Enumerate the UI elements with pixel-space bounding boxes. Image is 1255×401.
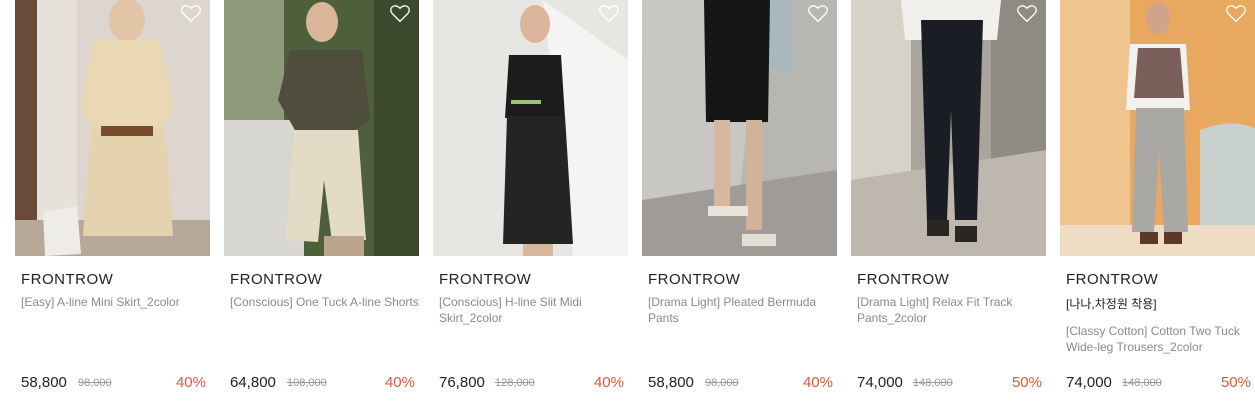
original-price: 128,000 bbox=[495, 377, 535, 389]
discount-rate: 40% bbox=[593, 374, 624, 391]
heart-icon[interactable] bbox=[599, 5, 619, 23]
discount-rate: 50% bbox=[1011, 374, 1042, 391]
brand-name[interactable]: FRONTROW bbox=[439, 271, 531, 288]
brand-name[interactable]: FRONTROW bbox=[21, 271, 113, 288]
discount-rate: 40% bbox=[802, 374, 833, 391]
sale-price: 64,800 bbox=[230, 374, 276, 391]
original-price: 98,000 bbox=[705, 377, 739, 389]
original-price: 148,000 bbox=[913, 377, 953, 389]
discount-rate: 40% bbox=[175, 374, 206, 391]
product-name[interactable]: [Conscious] One Tuck A-line Shorts bbox=[230, 295, 420, 311]
sale-price: 58,800 bbox=[648, 374, 694, 391]
discount-rate: 50% bbox=[1220, 374, 1251, 391]
brand-name[interactable]: FRONTROW bbox=[648, 271, 740, 288]
product-name[interactable]: [Easy] A-line Mini Skirt_2color bbox=[21, 295, 211, 311]
product-image[interactable] bbox=[1060, 0, 1255, 256]
heart-icon[interactable] bbox=[808, 5, 828, 23]
product-image[interactable] bbox=[642, 0, 837, 256]
product-image[interactable] bbox=[433, 0, 628, 256]
sale-price: 76,800 bbox=[439, 374, 485, 391]
product-tag: [나나,차정원 착용] bbox=[1066, 297, 1157, 311]
sale-price: 74,000 bbox=[1066, 374, 1112, 391]
product-card[interactable]: FRONTROW [Conscious] H-line Slit Midi Sk… bbox=[433, 0, 628, 401]
product-image[interactable] bbox=[224, 0, 419, 256]
brand-name[interactable]: FRONTROW bbox=[230, 271, 322, 288]
product-card[interactable]: FRONTROW [Drama Light] Pleated Bermuda P… bbox=[642, 0, 837, 401]
sale-price: 58,800 bbox=[21, 374, 67, 391]
discount-rate: 40% bbox=[384, 374, 415, 391]
product-card[interactable]: FRONTROW [Easy] A-line Mini Skirt_2color… bbox=[15, 0, 210, 401]
product-card[interactable]: FRONTROW [나나,차정원 착용] [Classy Cotton] Cot… bbox=[1060, 0, 1255, 401]
original-price: 148,000 bbox=[1122, 377, 1162, 389]
product-card[interactable]: FRONTROW [Drama Light] Relax Fit Track P… bbox=[851, 0, 1046, 401]
original-price: 98,000 bbox=[78, 377, 112, 389]
heart-icon[interactable] bbox=[390, 5, 410, 23]
product-image[interactable] bbox=[851, 0, 1046, 256]
original-price: 108,000 bbox=[287, 377, 327, 389]
sale-price: 74,000 bbox=[857, 374, 903, 391]
product-name[interactable]: [Drama Light] Relax Fit Track Pants_2col… bbox=[857, 295, 1047, 326]
heart-icon[interactable] bbox=[1017, 5, 1037, 23]
brand-name[interactable]: FRONTROW bbox=[1066, 271, 1158, 288]
product-card[interactable]: FRONTROW [Conscious] One Tuck A-line Sho… bbox=[224, 0, 419, 401]
product-name[interactable]: [Classy Cotton] Cotton Two Tuck Wide-leg… bbox=[1066, 323, 1255, 355]
product-name[interactable]: [Conscious] H-line Slit Midi Skirt_2colo… bbox=[439, 295, 629, 326]
product-image[interactable] bbox=[15, 0, 210, 256]
product-name[interactable]: [Drama Light] Pleated Bermuda Pants bbox=[648, 295, 838, 326]
heart-icon[interactable] bbox=[1226, 5, 1246, 23]
heart-icon[interactable] bbox=[181, 5, 201, 23]
brand-name[interactable]: FRONTROW bbox=[857, 271, 949, 288]
